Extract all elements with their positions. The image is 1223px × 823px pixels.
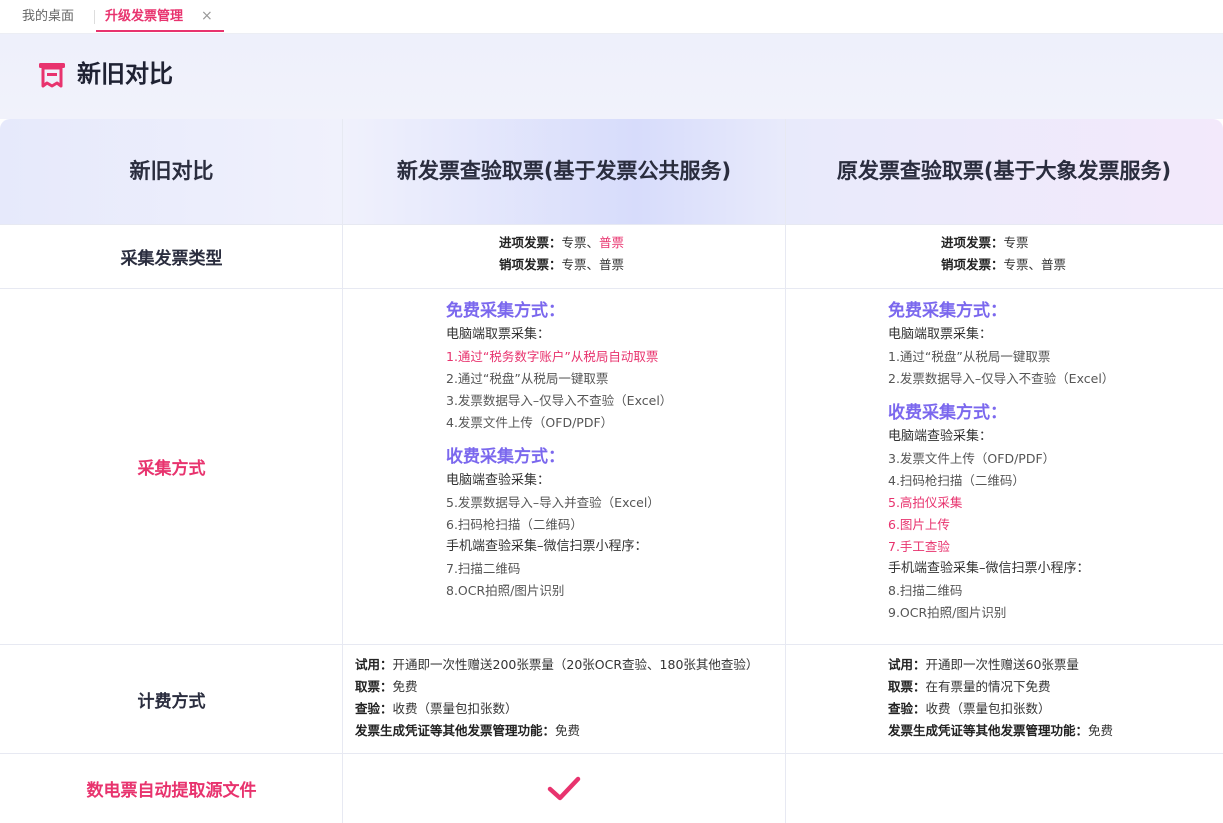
list-item: 2.发票数据导入–仅导入不查验（Excel） — [888, 371, 1115, 386]
label: 试用： — [888, 657, 926, 672]
page-header: 新旧对比 — [0, 34, 1223, 120]
value-highlight: 普票 — [599, 235, 625, 250]
list-item: 4.发票文件上传（OFD/PDF） — [446, 415, 614, 430]
page-title: 新旧对比 — [77, 60, 173, 88]
value: 在有票量的情况下免费 — [925, 679, 1051, 694]
new-billing: 试用：开通即一次性赠送200张票量（20张OCR查验、180张其他查验） 取票：… — [355, 654, 758, 742]
value: 免费 — [1088, 723, 1114, 738]
label: 销项发票： — [499, 257, 562, 272]
value: 专票、普票 — [561, 257, 625, 272]
label: 进项发票： — [941, 235, 1004, 250]
label: 销项发票： — [941, 257, 1004, 272]
old-invoice-types: 进项发票：专票 销项发票：专票、普票 — [941, 232, 1066, 276]
section-subtitle: 手机端查验采集–微信扫票小程序： — [888, 561, 1090, 576]
value: 收费（票量包扣张数） — [392, 701, 518, 716]
close-icon[interactable]: × — [201, 0, 213, 33]
section-subtitle: 电脑端查验采集： — [446, 473, 551, 488]
label: 取票： — [888, 679, 926, 694]
tab-bar: 我的桌面 升级发票管理 × — [0, 0, 1223, 34]
header-compare: 新旧对比 — [129, 159, 214, 183]
list-item: 5.高拍仪采集 — [888, 495, 963, 510]
row-divider — [0, 224, 1223, 225]
row-divider — [0, 288, 1223, 289]
value: 专票、普票 — [1003, 257, 1067, 272]
section-title: 收费采集方式： — [888, 403, 1007, 423]
value: 开通即一次性赠送60张票量 — [925, 657, 1079, 672]
section-subtitle: 电脑端查验采集： — [888, 429, 993, 444]
label: 取票： — [355, 679, 393, 694]
row-label-collection-method: 采集方式 — [137, 459, 206, 479]
list-item: 8.扫描二维码 — [888, 583, 963, 598]
list-item: 3.发票数据导入–仅导入不查验（Excel） — [446, 393, 673, 408]
label: 发票生成凭证等其他发票管理功能： — [888, 723, 1089, 738]
list-item: 9.OCR拍照/图片识别 — [888, 605, 1007, 620]
row-label-invoice-types: 采集发票类型 — [120, 249, 223, 269]
list-item: 4.扫码枪扫描（二维码） — [888, 473, 1025, 488]
table-header-row: 新旧对比 新发票查验取票(基于发票公共服务) 原发票查验取票(基于大象发票服务) — [0, 119, 1223, 224]
section-title: 收费采集方式： — [446, 447, 565, 467]
value: 免费 — [392, 679, 418, 694]
active-tab-underline — [96, 30, 224, 32]
tab-upgrade-invoice[interactable]: 升级发票管理 × — [96, 0, 224, 33]
tab-upgrade-invoice-label: 升级发票管理 — [105, 9, 184, 24]
new-collection-methods: 免费采集方式： 电脑端取票采集： 1.通过“税务数字账户”从税局自动取票 2.通… — [446, 298, 672, 602]
label: 试用： — [355, 657, 393, 672]
section-subtitle: 电脑端取票采集： — [446, 327, 551, 342]
new-invoice-types: 进项发票：专票、普票 销项发票：专票、普票 — [499, 232, 624, 276]
list-item: 2.通过“税盘”从税局一键取票 — [446, 371, 609, 386]
label: 查验： — [888, 701, 926, 716]
row-divider — [0, 753, 1223, 754]
section-subtitle: 电脑端取票采集： — [888, 327, 993, 342]
value: 专票 — [1003, 235, 1029, 250]
value: 开通即一次性赠送200张票量（20张OCR查验、180张其他查验） — [392, 657, 759, 672]
tab-home[interactable]: 我的桌面 — [22, 0, 74, 33]
old-collection-methods: 免费采集方式： 电脑端取票采集： 1.通过“税盘”从税局一键取票 2.发票数据导… — [888, 298, 1114, 624]
list-item: 8.OCR拍照/图片识别 — [446, 583, 565, 598]
section-title: 免费采集方式： — [446, 301, 565, 321]
list-item: 6.扫码枪扫描（二维码） — [446, 517, 583, 532]
section-subtitle: 手机端查验采集–微信扫票小程序： — [446, 539, 648, 554]
list-item: 6.图片上传 — [888, 517, 950, 532]
comparison-table: 新旧对比 新发票查验取票(基于发票公共服务) 原发票查验取票(基于大象发票服务)… — [0, 119, 1223, 823]
list-item: 1.通过“税务数字账户”从税局自动取票 — [446, 349, 659, 364]
row-divider — [0, 644, 1223, 645]
list-item: 5.发票数据导入–导入并查验（Excel） — [446, 495, 660, 510]
label: 查验： — [355, 701, 393, 716]
row-label-billing: 计费方式 — [137, 692, 206, 712]
tab-divider — [94, 10, 95, 24]
label: 发票生成凭证等其他发票管理功能： — [355, 723, 556, 738]
section-title: 免费采集方式： — [888, 301, 1007, 321]
header-new-service: 新发票查验取票(基于发票公共服务) — [396, 159, 732, 183]
old-billing: 试用：开通即一次性赠送60张票量 取票：在有票量的情况下免费 查验：收费（票量包… — [888, 654, 1113, 742]
value: 收费（票量包扣张数） — [925, 701, 1051, 716]
list-item: 3.发票文件上传（OFD/PDF） — [888, 451, 1056, 466]
check-icon — [547, 776, 581, 801]
header-old-service: 原发票查验取票(基于大象发票服务) — [836, 159, 1172, 183]
label: 进项发票： — [499, 235, 562, 250]
row-label-auto-extract: 数电票自动提取源文件 — [86, 781, 257, 801]
invoice-icon — [39, 63, 65, 88]
list-item: 7.扫描二维码 — [446, 561, 521, 576]
value: 专票、 — [561, 235, 600, 250]
list-item: 7.手工查验 — [888, 539, 950, 554]
value: 免费 — [555, 723, 581, 738]
list-item: 1.通过“税盘”从税局一键取票 — [888, 349, 1051, 364]
